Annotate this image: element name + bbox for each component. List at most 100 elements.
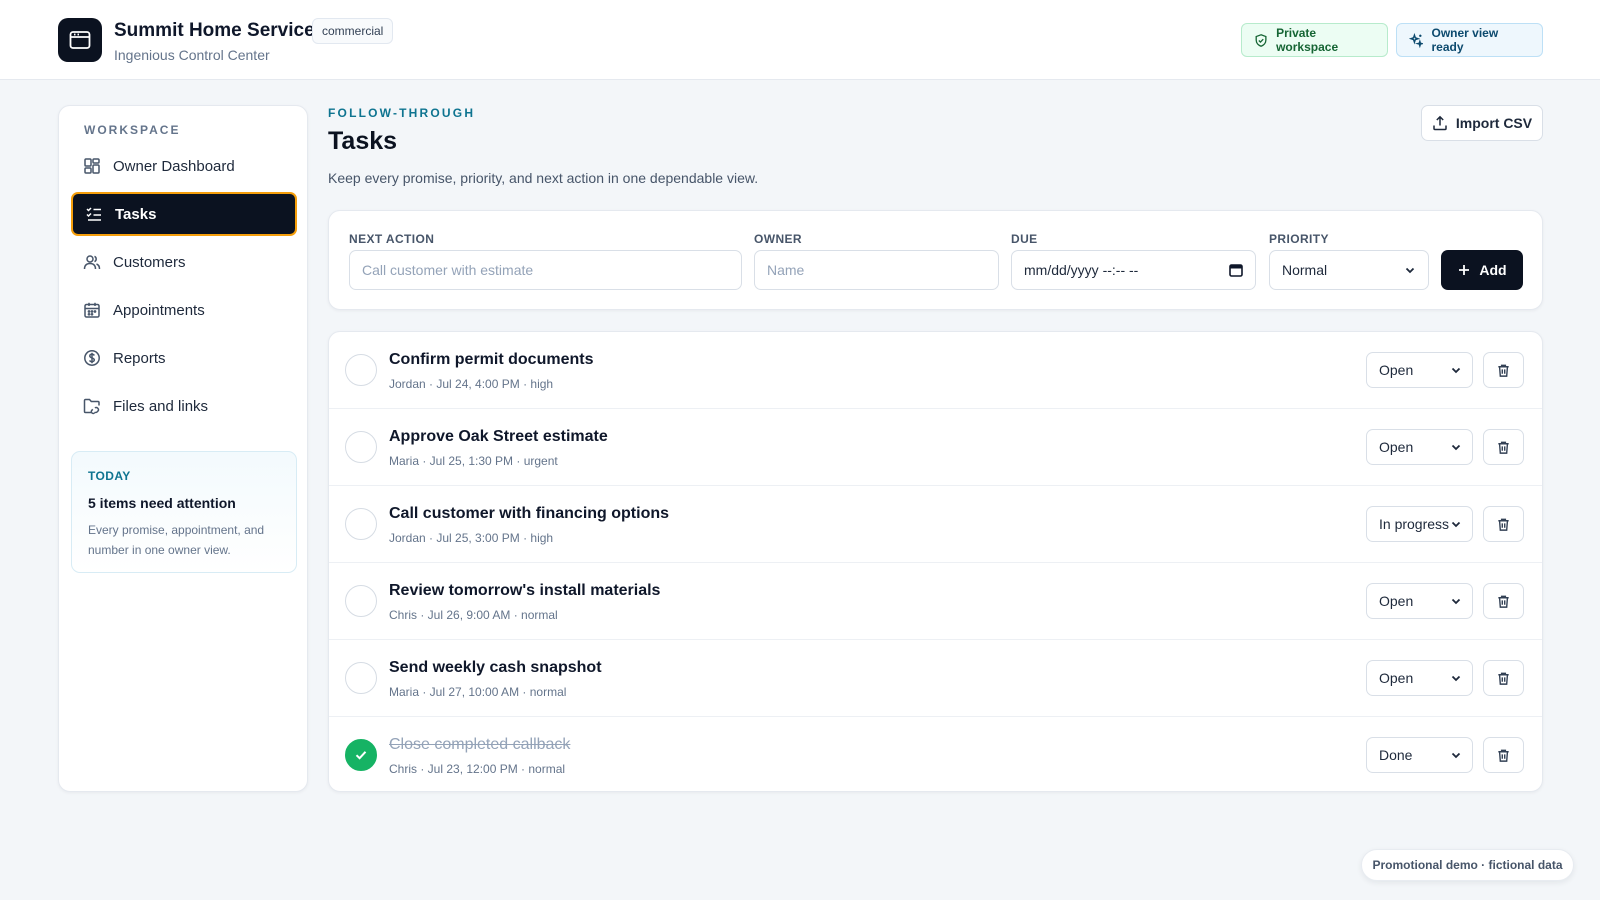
task-complete-checkbox[interactable] bbox=[345, 431, 377, 463]
private-workspace-badge[interactable]: Private workspace bbox=[1241, 23, 1388, 57]
task-row: Close completed callback Chris · Jul 23,… bbox=[329, 717, 1542, 791]
task-complete-checkbox[interactable] bbox=[345, 739, 377, 771]
delete-task-button[interactable] bbox=[1483, 660, 1524, 696]
calendar-icon[interactable] bbox=[1229, 263, 1243, 277]
trash-icon bbox=[1498, 518, 1509, 531]
sidebar-item-appointments[interactable]: Appointments bbox=[71, 288, 297, 332]
chevron-down-icon bbox=[1451, 675, 1461, 682]
next-action-input[interactable] bbox=[349, 250, 742, 290]
upload-icon bbox=[1433, 115, 1447, 131]
new-task-form: NEXT ACTION OWNER DUE mm/dd/yyyy --:-- -… bbox=[328, 210, 1543, 310]
sidebar-item-label: Tasks bbox=[115, 205, 157, 223]
today-title: 5 items need attention bbox=[88, 495, 236, 511]
today-label: TODAY bbox=[88, 469, 131, 483]
due-date-input[interactable]: mm/dd/yyyy --:-- -- bbox=[1011, 250, 1256, 290]
task-status-value: Open bbox=[1379, 593, 1414, 609]
task-list: Confirm permit documents Jordan · Jul 24… bbox=[328, 331, 1543, 792]
shield-check-icon bbox=[1255, 33, 1267, 47]
task-complete-checkbox[interactable] bbox=[345, 508, 377, 540]
next-action-label: NEXT ACTION bbox=[349, 232, 435, 246]
task-meta: Maria · Jul 27, 10:00 AM · normal bbox=[389, 685, 567, 699]
trash-icon bbox=[1498, 595, 1509, 608]
delete-task-button[interactable] bbox=[1483, 352, 1524, 388]
app-name: Summit Home Services bbox=[114, 20, 326, 41]
task-title: Call customer with financing options bbox=[389, 505, 670, 522]
delete-task-button[interactable] bbox=[1483, 737, 1524, 773]
task-title: Confirm permit documents bbox=[389, 351, 594, 368]
dollar-circle-icon bbox=[84, 350, 100, 366]
sidebar-item-tasks[interactable]: Tasks bbox=[71, 192, 297, 236]
import-csv-button[interactable]: Import CSV bbox=[1421, 105, 1543, 141]
task-row: Review tomorrow's install materials Chri… bbox=[329, 563, 1542, 640]
checklist-icon bbox=[86, 207, 101, 221]
chevron-down-icon bbox=[1451, 521, 1461, 528]
priority-label: PRIORITY bbox=[1269, 232, 1329, 246]
add-task-label: Add bbox=[1479, 262, 1507, 278]
task-title: Approve Oak Street estimate bbox=[389, 428, 608, 445]
task-status-value: Open bbox=[1379, 670, 1414, 686]
priority-select[interactable]: Normal bbox=[1269, 250, 1429, 290]
task-complete-checkbox[interactable] bbox=[345, 662, 377, 694]
sidebar-item-label: Reports bbox=[113, 349, 166, 367]
task-row: Send weekly cash snapshot Maria · Jul 27… bbox=[329, 640, 1542, 717]
trash-icon bbox=[1498, 749, 1509, 762]
chevron-down-icon bbox=[1451, 444, 1461, 451]
due-date-placeholder: mm/dd/yyyy --:-- -- bbox=[1024, 262, 1139, 278]
sidebar-nav: Owner Dashboard Tasks Customers Appointm… bbox=[71, 144, 297, 432]
owner-view-label: Owner view ready bbox=[1431, 26, 1499, 54]
app-subtitle: Ingenious Control Center bbox=[114, 47, 270, 63]
task-status-value: In progress bbox=[1379, 516, 1450, 532]
folder-link-icon bbox=[83, 398, 100, 415]
sparkles-icon bbox=[1409, 32, 1424, 48]
task-status-select[interactable]: Open bbox=[1366, 660, 1473, 696]
dashboard-grid-icon bbox=[84, 158, 100, 174]
due-label: DUE bbox=[1011, 232, 1038, 246]
import-csv-label: Import CSV bbox=[1455, 115, 1533, 131]
sidebar-item-reports[interactable]: Reports bbox=[71, 336, 297, 380]
calendar-icon bbox=[84, 302, 100, 318]
task-status-select[interactable]: In progress bbox=[1366, 506, 1473, 542]
chevron-down-icon bbox=[1405, 267, 1415, 274]
top-bar: Summit Home Services commercial Ingeniou… bbox=[0, 0, 1600, 80]
task-meta: Chris · Jul 26, 9:00 AM · normal bbox=[389, 608, 558, 622]
sidebar-item-owner-dashboard[interactable]: Owner Dashboard bbox=[71, 144, 297, 188]
task-row: Confirm permit documents Jordan · Jul 24… bbox=[329, 332, 1542, 409]
sidebar-heading: WORKSPACE bbox=[84, 123, 181, 137]
delete-task-button[interactable] bbox=[1483, 429, 1524, 465]
delete-task-button[interactable] bbox=[1483, 506, 1524, 542]
trash-icon bbox=[1498, 441, 1509, 454]
task-meta: Chris · Jul 23, 12:00 PM · normal bbox=[389, 762, 566, 776]
priority-value: Normal bbox=[1282, 262, 1328, 278]
section-eyebrow: FOLLOW-THROUGH bbox=[328, 106, 476, 120]
task-status-value: Done bbox=[1379, 747, 1413, 763]
task-complete-checkbox[interactable] bbox=[345, 354, 377, 386]
checkmark-icon bbox=[355, 751, 367, 760]
demo-data-badge: Promotional demo · fictional data bbox=[1361, 849, 1574, 881]
trash-icon bbox=[1498, 672, 1509, 685]
sidebar-item-label: Customers bbox=[113, 253, 186, 271]
task-complete-checkbox[interactable] bbox=[345, 585, 377, 617]
sidebar-item-customers[interactable]: Customers bbox=[71, 240, 297, 284]
today-description: Every promise, appointment, and number i… bbox=[88, 523, 265, 557]
owner-input[interactable] bbox=[754, 250, 999, 290]
chevron-down-icon bbox=[1451, 752, 1461, 759]
task-status-value: Open bbox=[1379, 362, 1414, 378]
trash-icon bbox=[1498, 364, 1509, 377]
sidebar-item-label: Appointments bbox=[113, 301, 205, 319]
page-title: Tasks bbox=[328, 127, 398, 155]
task-status-select[interactable]: Done bbox=[1366, 737, 1473, 773]
sidebar-item-files-and-links[interactable]: Files and links bbox=[71, 384, 297, 428]
owner-view-badge[interactable]: Owner view ready bbox=[1396, 23, 1543, 57]
plan-badge: commercial bbox=[312, 18, 394, 44]
plus-icon bbox=[1459, 265, 1470, 275]
sidebar-item-label: Owner Dashboard bbox=[113, 157, 235, 175]
add-task-button[interactable]: Add bbox=[1441, 250, 1523, 290]
sidebar: WORKSPACE Owner Dashboard Tasks Customer… bbox=[58, 105, 308, 792]
chevron-down-icon bbox=[1451, 367, 1461, 374]
delete-task-button[interactable] bbox=[1483, 583, 1524, 619]
task-status-select[interactable]: Open bbox=[1366, 583, 1473, 619]
task-status-select[interactable]: Open bbox=[1366, 429, 1473, 465]
task-status-select[interactable]: Open bbox=[1366, 352, 1473, 388]
browser-window-icon bbox=[58, 18, 102, 62]
chevron-down-icon bbox=[1451, 598, 1461, 605]
